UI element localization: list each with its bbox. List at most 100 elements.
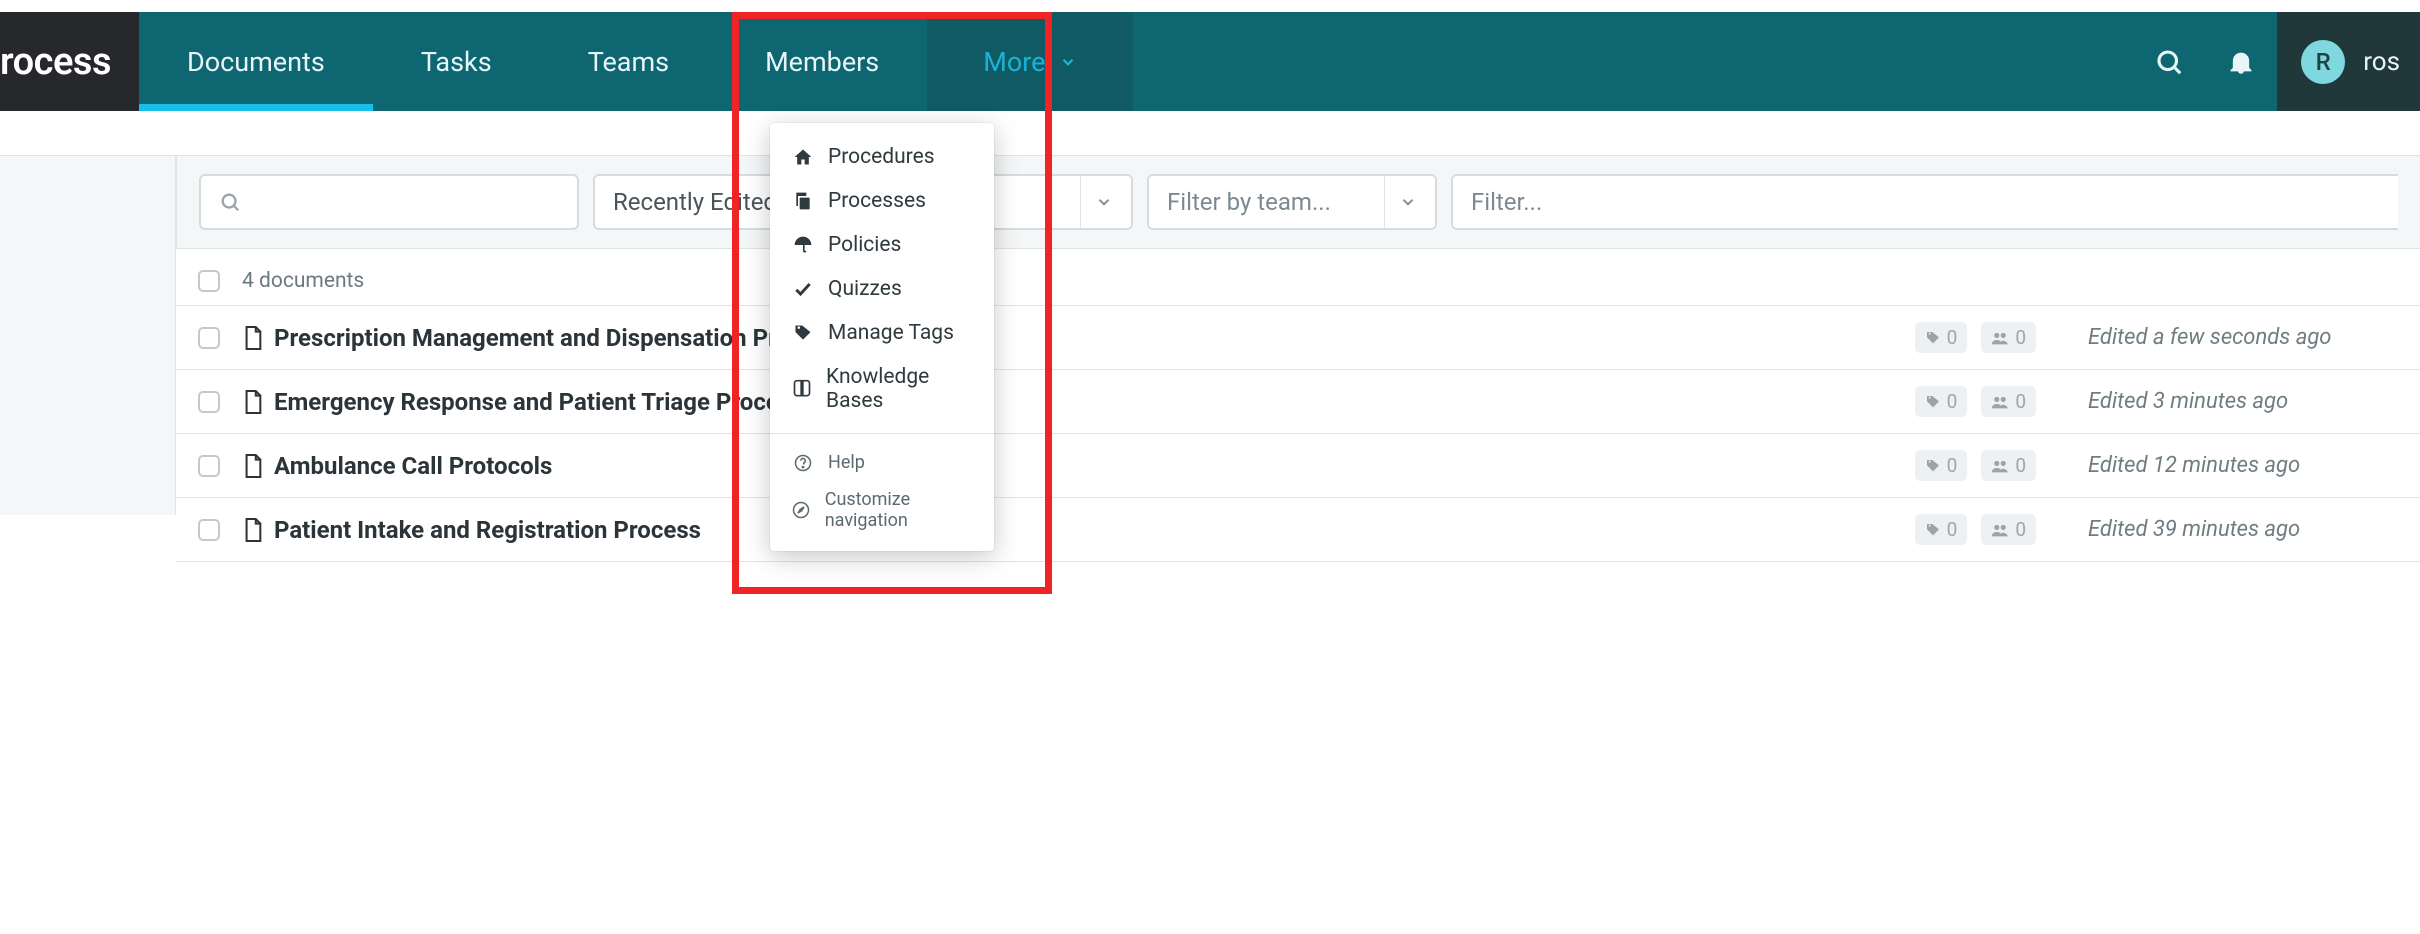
search-input-wrapper[interactable] xyxy=(199,174,579,230)
bell-icon xyxy=(2227,48,2255,76)
edited-time: Edited 39 minutes ago xyxy=(2088,517,2398,542)
avatar: R xyxy=(2301,40,2345,84)
check-icon xyxy=(792,279,814,299)
tags-count: 0 xyxy=(1947,390,1958,413)
dd-label: Procedures xyxy=(828,145,935,169)
row-checkbox[interactable] xyxy=(198,519,220,541)
more-knowledge-bases[interactable]: Knowledge Bases xyxy=(770,355,994,423)
dd-label: Policies xyxy=(828,233,901,257)
document-row[interactable]: Prescription Management and Dispensation… xyxy=(176,305,2420,369)
umbrella-icon xyxy=(792,235,814,255)
document-meta: 0 0 xyxy=(1915,386,2036,417)
document-row[interactable]: Patient Intake and Registration Process … xyxy=(176,497,2420,562)
page-body: Recently Edited Filter by team... Filter… xyxy=(0,155,2420,562)
more-help[interactable]: Help xyxy=(770,444,994,481)
document-title[interactable]: Prescription Management and Dispensation… xyxy=(242,324,1893,352)
dropdown-divider xyxy=(770,433,994,434)
document-icon xyxy=(242,325,264,351)
results-count: 4 documents xyxy=(242,269,364,293)
more-manage-tags[interactable]: Manage Tags xyxy=(770,311,994,355)
sidebar xyxy=(0,155,176,515)
dd-label: Knowledge Bases xyxy=(826,365,972,413)
people-icon xyxy=(1991,330,2009,346)
brand-logo: rocess xyxy=(0,12,139,111)
document-title-text: Ambulance Call Protocols xyxy=(274,452,552,480)
people-icon xyxy=(1991,458,2009,474)
nav-teams[interactable]: Teams xyxy=(540,12,717,111)
nav-documents[interactable]: Documents xyxy=(139,12,373,111)
more-customize-nav[interactable]: Customize navigation xyxy=(770,481,994,539)
more-procedures[interactable]: Procedures xyxy=(770,135,994,179)
notifications-button[interactable] xyxy=(2205,12,2277,111)
row-checkbox[interactable] xyxy=(198,455,220,477)
edited-time: Edited 3 minutes ago xyxy=(2088,389,2398,414)
help-icon xyxy=(792,454,814,472)
people-icon xyxy=(1991,522,2009,538)
top-nav: rocess Documents Tasks Teams Members Mor… xyxy=(0,12,2420,111)
dd-label: Customize navigation xyxy=(825,489,972,531)
people-badge[interactable]: 0 xyxy=(1981,450,2036,481)
people-badge[interactable]: 0 xyxy=(1981,322,2036,353)
home-icon xyxy=(792,147,814,167)
chevron-down-icon xyxy=(1384,176,1417,228)
document-title[interactable]: Emergency Response and Patient Triage Pr… xyxy=(242,388,1893,416)
tag-icon xyxy=(1925,458,1941,474)
tags-badge[interactable]: 0 xyxy=(1915,386,1968,417)
search-button[interactable] xyxy=(2133,12,2205,111)
more-quizzes[interactable]: Quizzes xyxy=(770,267,994,311)
filter-bar: Recently Edited Filter by team... Filter… xyxy=(176,155,2420,249)
tags-count: 0 xyxy=(1947,326,1958,349)
nav-members[interactable]: Members xyxy=(717,12,927,111)
row-checkbox[interactable] xyxy=(198,391,220,413)
nav-more[interactable]: More xyxy=(927,12,1133,111)
select-all-checkbox[interactable] xyxy=(198,270,220,292)
tags-badge[interactable]: 0 xyxy=(1915,322,1968,353)
more-policies[interactable]: Policies xyxy=(770,223,994,267)
nav-tasks[interactable]: Tasks xyxy=(373,12,540,111)
document-row[interactable]: Emergency Response and Patient Triage Pr… xyxy=(176,369,2420,433)
nav-spacer xyxy=(1133,12,2133,111)
filter-select[interactable]: Filter... xyxy=(1451,174,2398,230)
sort-label: Recently Edited xyxy=(613,188,777,216)
search-icon xyxy=(219,191,241,213)
chevron-down-icon xyxy=(1059,53,1077,71)
document-row[interactable]: Ambulance Call Protocols 0 0 Edited 12 m… xyxy=(176,433,2420,497)
document-title[interactable]: Patient Intake and Registration Process xyxy=(242,516,1893,544)
tag-icon xyxy=(1925,330,1941,346)
people-count: 0 xyxy=(2015,326,2026,349)
filter-placeholder: Filter... xyxy=(1471,188,1542,216)
tag-icon xyxy=(1925,394,1941,410)
more-processes[interactable]: Processes xyxy=(770,179,994,223)
row-checkbox[interactable] xyxy=(198,327,220,349)
tags-badge[interactable]: 0 xyxy=(1915,450,1968,481)
document-icon xyxy=(242,517,264,543)
edited-time: Edited a few seconds ago xyxy=(2088,325,2398,350)
dd-label: Manage Tags xyxy=(828,321,954,345)
user-menu[interactable]: R ros xyxy=(2277,12,2420,111)
tags-count: 0 xyxy=(1947,454,1958,477)
document-meta: 0 0 xyxy=(1915,322,2036,353)
more-dropdown: Procedures Processes Policies Quizzes Ma… xyxy=(770,123,994,551)
filter-team-placeholder: Filter by team... xyxy=(1167,188,1331,216)
people-count: 0 xyxy=(2015,390,2026,413)
tag-icon xyxy=(792,323,814,343)
document-icon xyxy=(242,453,264,479)
search-input[interactable] xyxy=(255,187,569,217)
dd-label: Help xyxy=(828,452,865,473)
filter-team-select[interactable]: Filter by team... xyxy=(1147,174,1437,230)
search-icon xyxy=(2154,47,2184,77)
document-title[interactable]: Ambulance Call Protocols xyxy=(242,452,1893,480)
chevron-down-icon xyxy=(1080,176,1113,228)
tag-icon xyxy=(1925,522,1941,538)
edited-time: Edited 12 minutes ago xyxy=(2088,453,2398,478)
people-count: 0 xyxy=(2015,518,2026,541)
people-badge[interactable]: 0 xyxy=(1981,514,2036,545)
document-meta: 0 0 xyxy=(1915,514,2036,545)
people-icon xyxy=(1991,394,2009,410)
tags-badge[interactable]: 0 xyxy=(1915,514,1968,545)
user-name: ros xyxy=(2363,47,2400,77)
people-badge[interactable]: 0 xyxy=(1981,386,2036,417)
copy-icon xyxy=(792,191,814,211)
navbar: Documents Tasks Teams Members More R ros xyxy=(139,12,2420,111)
document-icon xyxy=(242,389,264,415)
